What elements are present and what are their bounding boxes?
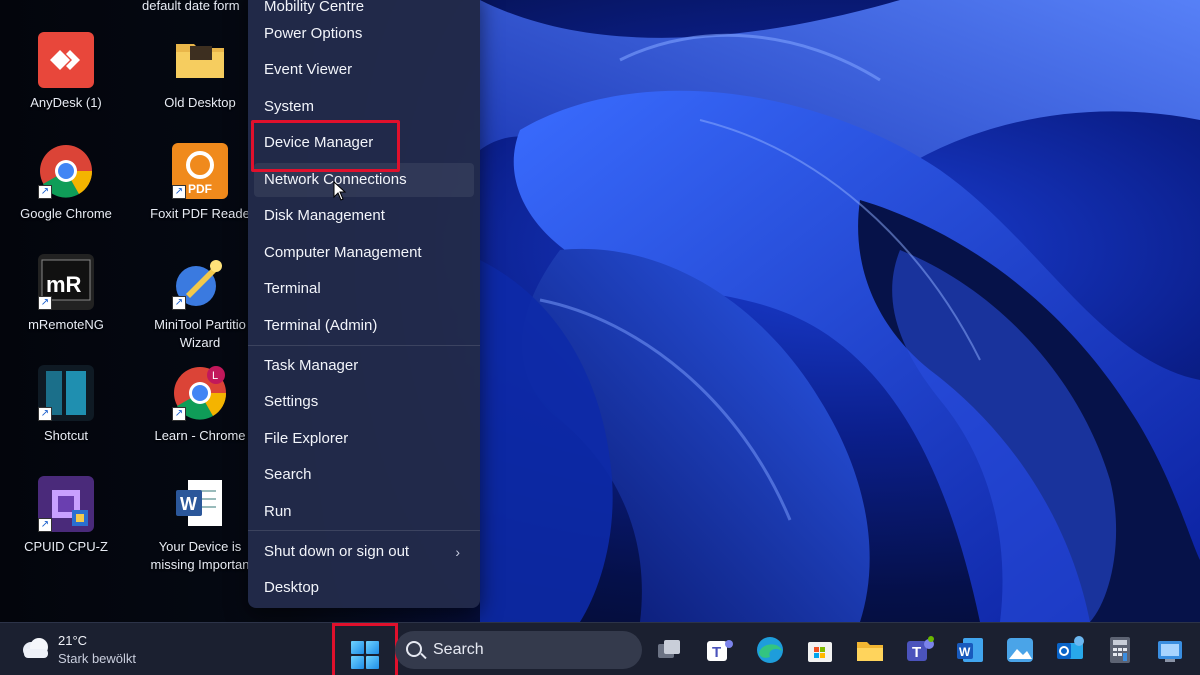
desktop-icon-label-line2: missing Importan [150, 557, 250, 572]
control-panel-icon[interactable] [1155, 635, 1185, 665]
menu-item-computer-management[interactable]: Computer Management [254, 236, 474, 270]
svg-text:PDF: PDF [188, 182, 212, 196]
shortcut-arrow-icon: ↗ [38, 518, 52, 532]
menu-item-system[interactable]: System [254, 90, 474, 124]
shortcut-arrow-icon: ↗ [172, 407, 186, 421]
calculator-icon[interactable] [1105, 635, 1135, 665]
photos-icon[interactable] [1005, 635, 1035, 665]
menu-item-run[interactable]: Run [254, 495, 474, 529]
minitool-wizard-icon: ↗ [172, 254, 228, 310]
shotcut-icon: ↗ [38, 365, 94, 421]
menu-item-event-viewer[interactable]: Event Viewer [254, 53, 474, 87]
desktop-icon-anydesk[interactable]: AnyDesk (1) [6, 32, 126, 112]
desktop-icon-label: Old Desktop [164, 95, 236, 110]
svg-text:W: W [180, 494, 197, 514]
desktop-icon-label: AnyDesk (1) [30, 95, 102, 110]
svg-text:T: T [912, 644, 921, 661]
file-explorer-icon[interactable] [855, 635, 885, 665]
chrome-profile-icon: L ↗ [172, 365, 228, 421]
menu-item-search[interactable]: Search [254, 458, 474, 492]
menu-item-terminal-admin[interactable]: Terminal (Admin) [254, 309, 474, 343]
desktop-icon-shotcut[interactable]: ↗ Shotcut [6, 365, 126, 445]
taskbar: 21°C Stark bewölkt Search T T W [0, 622, 1200, 675]
search-icon [406, 641, 422, 657]
menu-item-file-explorer[interactable]: File Explorer [254, 422, 474, 456]
shortcut-arrow-icon: ↗ [172, 185, 186, 199]
menu-item-settings[interactable]: Settings [254, 385, 474, 419]
chrome-icon: ↗ [38, 143, 94, 199]
desktop-icon-old-desktop[interactable]: Old Desktop [140, 32, 260, 112]
menu-item-disk-management[interactable]: Disk Management [254, 199, 474, 233]
desktop-icon-label: mRemoteNG [28, 317, 104, 332]
menu-separator [248, 530, 480, 531]
desktop-icon-learn-chrome[interactable]: L ↗ Learn - Chrome [140, 365, 260, 445]
outlook-icon[interactable] [1055, 635, 1085, 665]
foxit-pdf-icon: PDF ↗ [172, 143, 228, 199]
desktop-icon-cpuz[interactable]: ↗ CPUID CPU-Z [6, 476, 126, 556]
desktop-icon-label: CPUID CPU-Z [24, 539, 108, 554]
teams-icon[interactable]: T [705, 635, 735, 665]
word-document-icon: W [172, 476, 228, 532]
desktop-icon-word-doc[interactable]: W Your Device is missing Importan [140, 476, 260, 574]
cloud-weather-icon [20, 637, 50, 659]
desktop-icon-label: Your Device is [158, 539, 242, 554]
weather-condition: Stark bewölkt [58, 651, 137, 666]
cpuz-icon: ↗ [38, 476, 94, 532]
anydesk-icon [38, 32, 94, 88]
svg-text:T: T [712, 644, 721, 661]
weather-widget[interactable]: 21°C Stark bewölkt [20, 631, 160, 669]
desktop-icon-label: Google Chrome [20, 206, 112, 221]
start-button[interactable] [332, 623, 398, 675]
menu-item-shut-down-or-sign-out[interactable]: Shut down or sign out › [254, 535, 474, 569]
svg-text:W: W [959, 645, 971, 659]
svg-text:L: L [212, 370, 218, 382]
teams-work-icon[interactable]: T [905, 635, 935, 665]
chevron-right-icon: › [455, 544, 460, 560]
desktop-icon-mremoteng[interactable]: mR ↗ mRemoteNG [6, 254, 126, 334]
task-view-icon[interactable] [655, 635, 685, 665]
word-app-icon[interactable]: W [955, 635, 985, 665]
desktop-icon-label: Shotcut [43, 428, 89, 443]
device-manager-highlight-box [251, 120, 400, 172]
desktop-icon-label: Learn - Chrome [154, 428, 246, 443]
menu-separator [248, 345, 480, 346]
desktop-icon-label-line2: Wizard [179, 335, 221, 350]
desktop-icon-label-cut: default date form [142, 0, 240, 13]
windows-logo-icon [351, 641, 379, 669]
menu-item-task-manager[interactable]: Task Manager [254, 349, 474, 383]
svg-text:mR: mR [46, 272, 82, 297]
shortcut-arrow-icon: ↗ [38, 296, 52, 310]
mremoteng-icon: mR ↗ [38, 254, 94, 310]
microsoft-store-icon[interactable] [805, 635, 835, 665]
desktop-icon-google-chrome[interactable]: ↗ Google Chrome [6, 143, 126, 223]
edge-browser-icon[interactable] [755, 635, 785, 665]
desktop-icon-foxit-pdf[interactable]: PDF ↗ Foxit PDF Reade [140, 143, 260, 223]
shortcut-arrow-icon: ↗ [38, 185, 52, 199]
menu-item-power-options[interactable]: Power Options [254, 17, 474, 51]
menu-item-label: Shut down or sign out [264, 543, 410, 560]
desktop-icon-minitool[interactable]: ↗ MiniTool Partitio Wizard [140, 254, 260, 352]
shortcut-arrow-icon: ↗ [172, 296, 186, 310]
folder-icon [172, 32, 228, 88]
menu-item-desktop[interactable]: Desktop [254, 571, 474, 605]
shortcut-arrow-icon: ↗ [38, 407, 52, 421]
weather-temperature: 21°C [58, 633, 88, 648]
desktop-icon-label: Foxit PDF Reade [150, 206, 250, 221]
taskbar-search-box[interactable]: Search [395, 631, 642, 669]
search-placeholder: Search [433, 641, 484, 658]
desktop-icon-label: MiniTool Partitio [154, 317, 246, 332]
menu-item-terminal[interactable]: Terminal [254, 272, 474, 306]
winx-context-menu: Mobility Centre Power Options Event View… [248, 0, 480, 608]
